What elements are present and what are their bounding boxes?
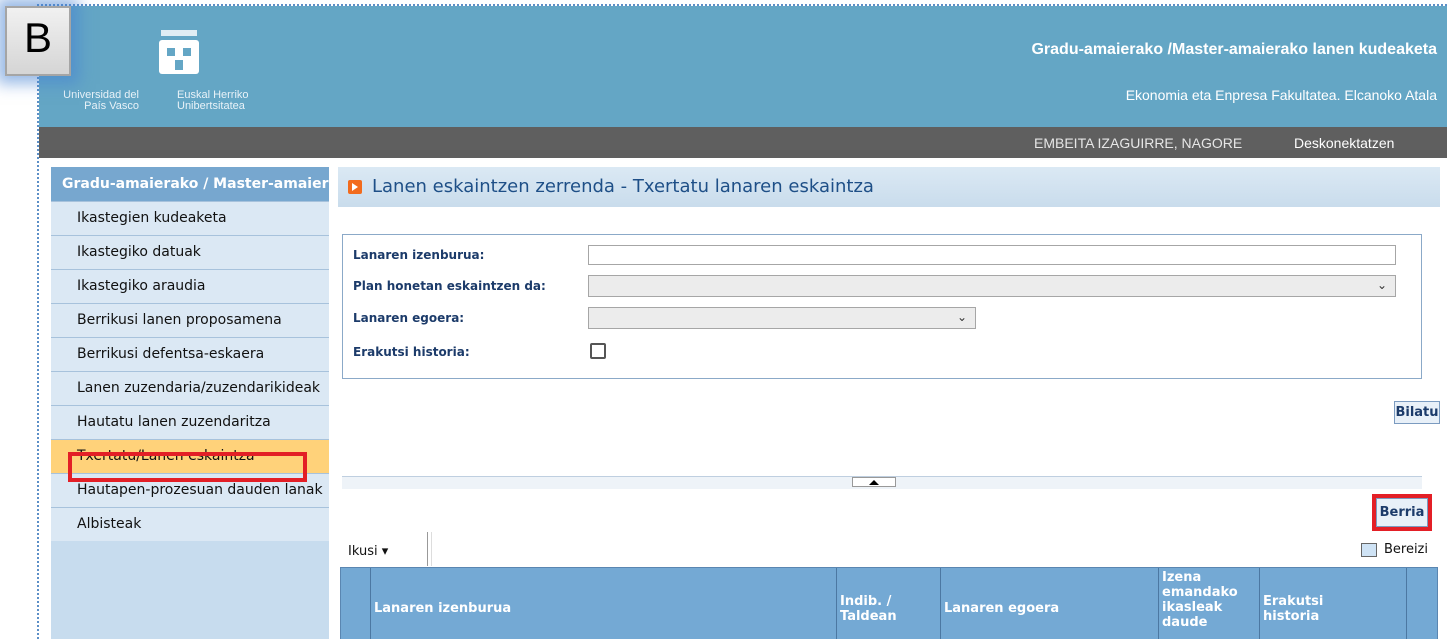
university-name-es: Universidad del País Vasco — [63, 89, 139, 112]
arrow-right-icon — [348, 180, 362, 194]
sidebar: Gradu-amaierako / Master-amaierako Ikast… — [51, 167, 329, 639]
sidebar-header: Gradu-amaierako / Master-amaierako — [51, 167, 329, 201]
sidebar-item-ikastegien-kudeaketa[interactable]: Ikastegien kudeaketa — [51, 201, 329, 235]
plan-field-label: Plan honetan eskaintzen da: — [353, 279, 546, 293]
column-header-select[interactable] — [341, 568, 370, 639]
table-header: Lanaren izenburua Indib. / Taldean Lanar… — [340, 567, 1438, 639]
app-title: Gradu-amaierako /Master-amaierako lanen … — [1031, 41, 1437, 58]
logout-link[interactable]: Deskonektatzen — [1294, 135, 1394, 151]
faculty-name: Ekonomia eta Enpresa Fakultatea. Elcanok… — [1125, 87, 1437, 103]
sidebar-item-berrikusi-defentsa[interactable]: Berrikusi defentsa-eskaera — [51, 337, 329, 371]
upv-ehu-logo-icon — [159, 30, 199, 74]
plan-select[interactable]: ⌄ — [588, 275, 1396, 297]
page-title: Lanen eskaintzen zerrenda - Txertatu lan… — [372, 176, 874, 197]
sidebar-item-berrikusi-proposamena[interactable]: Berrikusi lanen proposamena — [51, 303, 329, 337]
sidebar-item-zuzendariak[interactable]: Lanen zuzendaria/zuzendarikideak — [51, 371, 329, 405]
search-form: Lanaren izenburua: Plan honetan eskaintz… — [342, 234, 1422, 379]
view-menu[interactable]: Ikusi ▾ — [348, 544, 388, 559]
step-badge-letter: B — [23, 14, 52, 61]
university-logo: Universidad del País Vasco Euskal Herrik… — [49, 26, 279, 121]
sidebar-item-ikastegiko-araudia[interactable]: Ikastegiko araudia — [51, 269, 329, 303]
column-header-actions — [1406, 568, 1437, 639]
column-header-history[interactable]: Erakutsi historia — [1259, 568, 1406, 639]
state-select[interactable]: ⌄ — [588, 307, 976, 329]
main-content: Lanen eskaintzen zerrenda - Txertatu lan… — [338, 167, 1440, 639]
detach-window-icon — [1360, 542, 1377, 557]
sidebar-item-hautatu-zuzendaritza[interactable]: Hautatu lanen zuzendaritza — [51, 405, 329, 439]
sidebar-item-ikastegiko-datuak[interactable]: Ikastegiko datuak — [51, 235, 329, 269]
column-header-enrolled[interactable]: Izena emandako ikasleak daude — [1158, 568, 1259, 639]
column-header-type[interactable]: Indib. / Taldean — [836, 568, 940, 639]
toolbar-divider — [427, 532, 432, 566]
user-name: EMBEITA IZAGUIRRE, NAGORE — [1034, 135, 1243, 151]
panel-collapse-bar — [342, 476, 1422, 489]
title-field-label: Lanaren izenburua: — [353, 248, 485, 262]
step-badge: B — [5, 6, 71, 76]
detach-label: Bereizi — [1383, 542, 1428, 557]
history-field-label: Erakutsi historia: — [353, 345, 470, 359]
app-window: Universidad del País Vasco Euskal Herrik… — [37, 4, 1447, 639]
detach-button[interactable]: Bereizi — [1360, 542, 1428, 557]
view-menu-label: Ikusi — [348, 544, 378, 559]
grid-toolbar: Ikusi ▾ Bereizi — [338, 532, 1440, 568]
search-button[interactable]: Bilatu — [1394, 401, 1440, 424]
page-header: Universidad del País Vasco Euskal Herrik… — [39, 6, 1447, 127]
sidebar-item-albisteak[interactable]: Albisteak — [51, 507, 329, 541]
column-header-state[interactable]: Lanaren egoera — [940, 568, 1158, 639]
title-input[interactable] — [588, 245, 1396, 265]
collapse-toggle-button[interactable] — [852, 477, 896, 487]
chevron-down-icon: ⌄ — [1376, 278, 1387, 292]
content-title-bar: Lanen eskaintzen zerrenda - Txertatu lan… — [338, 167, 1440, 207]
caret-down-icon: ▾ — [381, 544, 389, 559]
chevron-down-icon: ⌄ — [956, 310, 967, 324]
column-header-title[interactable]: Lanaren izenburua — [370, 568, 836, 639]
highlight-box-new-button — [1372, 494, 1432, 531]
highlight-box-active-item — [68, 452, 307, 482]
user-bar: EMBEITA IZAGUIRRE, NAGORE Deskonektatzen — [39, 127, 1447, 158]
state-field-label: Lanaren egoera: — [353, 311, 465, 325]
university-name-eu: Euskal Herriko Unibertsitatea — [177, 89, 249, 112]
history-checkbox[interactable] — [590, 343, 606, 359]
